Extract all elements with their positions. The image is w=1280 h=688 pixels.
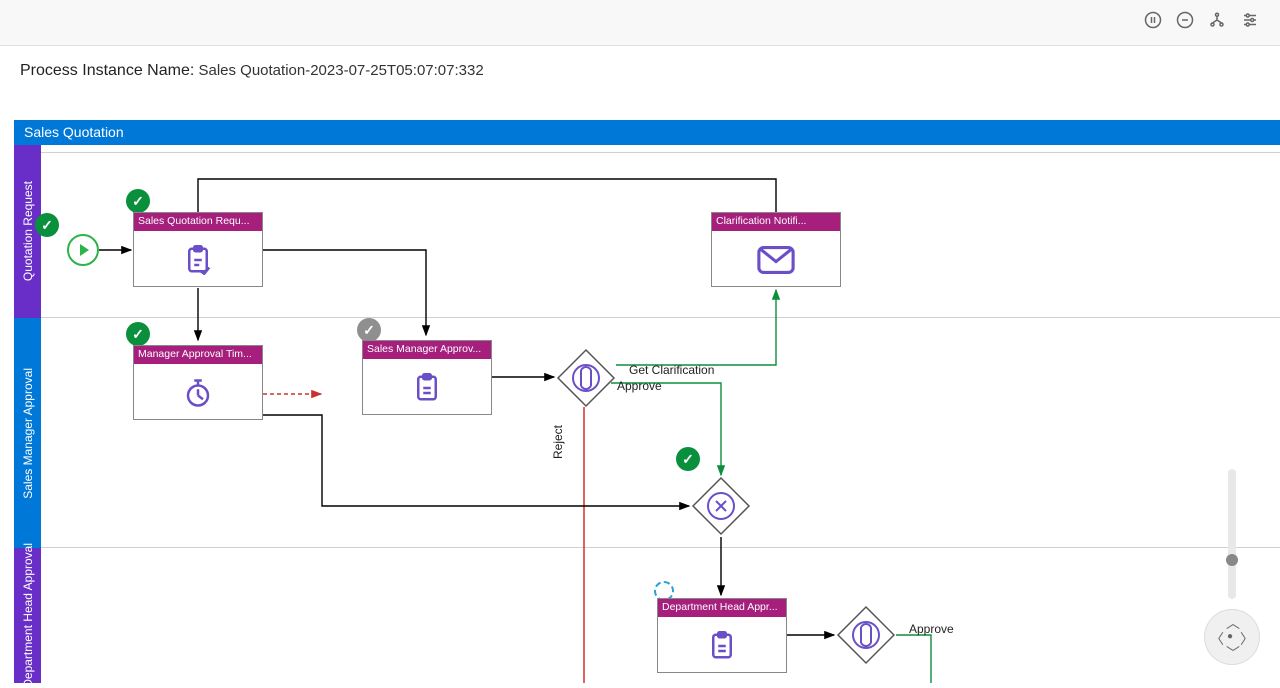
form-icon <box>658 617 786 674</box>
task-manager-approval-timer[interactable]: Manager Approval Tim... <box>133 345 263 420</box>
center-dot-icon[interactable]: ● <box>1227 631 1233 642</box>
process-instance-label: Process Instance Name: <box>20 62 194 79</box>
pause-icon[interactable] <box>1144 11 1162 34</box>
gateway-label-approve: Approve <box>617 379 662 393</box>
task-label: Department Head Appr... <box>658 599 786 617</box>
chevron-right-icon[interactable]: 〉 <box>1240 629 1254 649</box>
task-label: Manager Approval Tim... <box>134 346 262 364</box>
mail-icon <box>712 231 840 288</box>
gateway-exclusive[interactable] <box>691 476 751 536</box>
chevron-up-icon[interactable]: ︿ <box>1226 613 1240 633</box>
pool-title: Sales Quotation <box>14 120 1280 145</box>
task-label: Sales Quotation Requ... <box>134 213 262 231</box>
zoom-slider[interactable] <box>1228 469 1236 599</box>
gateway-label-get-clarification: Get Clarification <box>629 363 714 377</box>
lane-sales-manager-approval: Sales Manager Approval <box>14 318 41 548</box>
task-label: Sales Manager Approv... <box>363 341 491 359</box>
top-toolbar <box>0 0 1280 46</box>
task-label: Clarification Notifi... <box>712 213 840 231</box>
form-icon <box>134 231 262 288</box>
diagram-area: Sales Quotation Quotation Request Sales … <box>14 120 1280 683</box>
gateway-label-reject: Reject <box>551 425 565 459</box>
task-sales-manager-approval[interactable]: Sales Manager Approv... <box>362 340 492 415</box>
page-header: Process Instance Name: Sales Quotation-2… <box>0 46 1280 90</box>
process-instance-value: Sales Quotation-2023-07-25T05:07:07:332 <box>198 62 483 79</box>
bpmn-canvas[interactable]: ✓ ✓ Sales Quotation Requ... Clarificatio… <box>41 145 1280 683</box>
start-event[interactable] <box>67 234 99 266</box>
task-department-head-approval[interactable]: Department Head Appr... <box>657 598 787 673</box>
status-check-gateway2: ✓ <box>676 447 700 471</box>
gateway-inclusive-1[interactable] <box>556 348 616 408</box>
status-check-task1: ✓ <box>126 189 150 213</box>
gateway-inclusive-2[interactable] <box>836 605 896 665</box>
minus-icon[interactable] <box>1176 11 1194 34</box>
timer-icon <box>134 364 262 421</box>
pan-dpad[interactable]: ︿ ﹀ 〈 〉 ● <box>1204 609 1260 665</box>
gateway-label-approve2: Approve <box>909 622 954 636</box>
chevron-left-icon[interactable]: 〈 <box>1210 629 1224 649</box>
form-icon <box>363 359 491 416</box>
lane-department-head-approval: Department Head Approval <box>14 548 41 683</box>
task-sales-quotation-request[interactable]: Sales Quotation Requ... <box>133 212 263 287</box>
task-clarification-notification[interactable]: Clarification Notifi... <box>711 212 841 287</box>
hierarchy-icon[interactable] <box>1208 11 1226 34</box>
settings-icon[interactable] <box>1240 11 1260 34</box>
chevron-down-icon[interactable]: ﹀ <box>1226 643 1240 663</box>
status-check-sales-mgr: ✓ <box>357 318 381 342</box>
status-check-timer: ✓ <box>126 322 150 346</box>
status-check-start: ✓ <box>35 213 59 237</box>
zoom-navigator[interactable]: ︿ ﹀ 〈 〉 ● <box>1202 469 1262 665</box>
